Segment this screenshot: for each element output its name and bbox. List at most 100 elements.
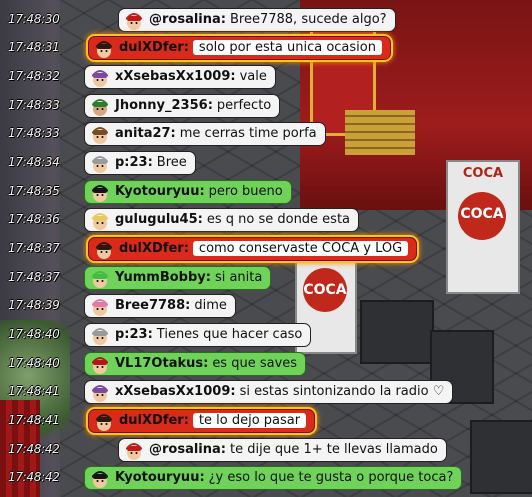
- chat-message-text: ¿y eso lo que te gusta o porque toca?: [208, 470, 454, 485]
- dark-hair-avatar-icon[interactable]: [93, 411, 115, 433]
- red-hair-avatar-icon[interactable]: [89, 354, 111, 376]
- chat-bubble[interactable]: xXsebasXx1009: si estas sintonizando la r…: [84, 380, 454, 404]
- chat-bubble[interactable]: @rosalina: Bree7788, sucede algo?: [118, 8, 396, 32]
- chat-message-text: es que saves: [212, 356, 298, 371]
- dark-hair-avatar-icon[interactable]: [93, 239, 115, 261]
- chat-username[interactable]: p:23:: [115, 327, 153, 342]
- chat-username[interactable]: anita27:: [115, 126, 176, 141]
- chat-bubble[interactable]: p:23: Tienes que hacer caso: [84, 323, 312, 347]
- chat-bubble[interactable]: dulXDfer: solo por esta unica ocasion: [88, 36, 391, 60]
- chat-row: 17:48:35 Kyotouryuu: pero bueno: [0, 180, 532, 204]
- chat-bubble[interactable]: anita27: me cerras time porfa: [84, 122, 326, 146]
- chat-username[interactable]: dulXDfer:: [119, 413, 189, 428]
- chat-timestamp: 17:48:33: [8, 98, 60, 112]
- green-cap-avatar-icon[interactable]: [89, 96, 111, 118]
- chat-message-text: dime: [194, 298, 227, 313]
- chat-timestamp: 17:48:39: [8, 298, 60, 312]
- chat-bubble[interactable]: @rosalina: te dije que 1+ te llevas llama…: [118, 438, 447, 462]
- chat-bubble[interactable]: xXsebasXx1009: vale: [84, 65, 276, 89]
- chat-row: 17:48:31 dulXDfer: solo por esta unica oca…: [0, 36, 532, 60]
- chat-username[interactable]: Kyotouryuu:: [115, 184, 205, 199]
- chat-row: 17:48:32 xXsebasXx1009: vale: [0, 65, 532, 89]
- chat-row: 17:48:37 YummBobby: si anita: [0, 266, 532, 290]
- purple-hair-avatar-icon[interactable]: [89, 382, 111, 404]
- chat-username[interactable]: YummBobby:: [115, 270, 211, 285]
- chat-username[interactable]: Bree7788:: [115, 298, 190, 313]
- chat-message-text: si estas sintonizando la radio ♡: [239, 384, 445, 399]
- chat-username[interactable]: gulugulu45:: [115, 212, 203, 227]
- chat-message-text: vale: [239, 69, 267, 84]
- chat-bubble[interactable]: dulXDfer: te lo dejo pasar: [88, 409, 316, 433]
- chat-username[interactable]: VL17Otakus:: [115, 356, 208, 371]
- purple-hair-avatar-icon[interactable]: [89, 67, 111, 89]
- chat-bubble[interactable]: p:23: Bree: [84, 151, 196, 175]
- pink-hair-avatar-icon[interactable]: [89, 296, 111, 318]
- chat-timestamp: 17:48:40: [8, 356, 60, 370]
- chat-username[interactable]: @rosalina:: [149, 442, 226, 457]
- black-hat-avatar-icon[interactable]: [89, 182, 111, 204]
- chat-timestamp: 17:48:41: [8, 384, 60, 398]
- chat-timestamp: 17:48:36: [8, 212, 60, 226]
- chat-message-text: es q no se donde esta: [206, 212, 351, 227]
- chat-timestamp: 17:48:34: [8, 155, 60, 169]
- chat-timestamp: 17:48:35: [8, 184, 60, 198]
- chat-row: 17:48:33 Jhonny_2356: perfecto: [0, 94, 532, 118]
- chat-row: 17:48:42 Kyotouryuu: ¿y eso lo que te gust…: [0, 466, 532, 490]
- chat-bubble[interactable]: Kyotouryuu: pero bueno: [84, 180, 292, 204]
- chat-message-text: como conservaste COCA y LOG: [192, 241, 409, 256]
- grey-hair-avatar-icon[interactable]: [89, 153, 111, 175]
- brown-hair-avatar-icon[interactable]: [89, 124, 111, 146]
- chat-bubble[interactable]: gulugulu45: es q no se donde esta: [84, 208, 360, 232]
- chat-row: 17:48:42 @rosalina: te dije que 1+ te llev…: [0, 438, 532, 462]
- chat-message-text: pero bueno: [208, 184, 283, 199]
- red-hat-avatar-icon[interactable]: [123, 10, 145, 32]
- chat-timestamp: 17:48:32: [8, 69, 60, 83]
- chat-timestamp: 17:48:41: [8, 413, 60, 427]
- grey-hair-avatar-icon[interactable]: [89, 325, 111, 347]
- chat-timestamp: 17:48:30: [8, 12, 60, 26]
- red-hat-avatar-icon[interactable]: [123, 440, 145, 462]
- dark-hair-avatar-icon[interactable]: [93, 38, 115, 60]
- chat-message-text: solo por esta unica ocasion: [192, 40, 382, 55]
- chat-bubble[interactable]: YummBobby: si anita: [84, 266, 272, 290]
- chat-username[interactable]: dulXDfer:: [119, 241, 189, 256]
- chat-row: 17:48:40 p:23: Tienes que hacer caso: [0, 323, 532, 347]
- chat-message-text: Bree7788, sucede algo?: [230, 12, 387, 27]
- chat-message-text: perfecto: [216, 98, 272, 113]
- chat-row: 17:48:33 anita27: me cerras time porfa: [0, 122, 532, 146]
- chat-log: 17:48:30 @rosalina: Bree7788, sucede algo?…: [0, 0, 532, 497]
- chat-message-text: Tienes que hacer caso: [156, 327, 303, 342]
- black-hat-avatar-icon[interactable]: [89, 468, 111, 490]
- chat-bubble[interactable]: Jhonny_2356: perfecto: [84, 94, 281, 118]
- chat-message-text: te lo dejo pasar: [192, 413, 307, 428]
- chat-row: 17:48:41 dulXDfer: te lo dejo pasar: [0, 409, 532, 433]
- chat-username[interactable]: @rosalina:: [149, 12, 226, 27]
- chat-timestamp: 17:48:37: [8, 241, 60, 255]
- chat-username[interactable]: xXsebasXx1009:: [115, 69, 236, 84]
- chat-username[interactable]: p:23:: [115, 155, 153, 170]
- chat-message-text: te dije que 1+ te llevas llamado: [230, 442, 438, 457]
- chat-timestamp: 17:48:37: [8, 270, 60, 284]
- chat-timestamp: 17:48:40: [8, 327, 60, 341]
- chat-message-text: si anita: [214, 270, 263, 285]
- chat-row: 17:48:39 Bree7788: dime: [0, 294, 532, 318]
- green-hair-avatar-icon[interactable]: [89, 268, 111, 290]
- chat-timestamp: 17:48:42: [8, 442, 60, 456]
- chat-row: 17:48:30 @rosalina: Bree7788, sucede algo?: [0, 8, 532, 32]
- chat-row: 17:48:40 VL17Otakus: es que saves: [0, 352, 532, 376]
- chat-bubble[interactable]: Bree7788: dime: [84, 294, 236, 318]
- chat-message-text: Bree: [156, 155, 187, 170]
- chat-timestamp: 17:48:31: [8, 40, 60, 54]
- chat-timestamp: 17:48:42: [8, 470, 60, 484]
- chat-row: 17:48:36 gulugulu45: es q no se donde esta: [0, 208, 532, 232]
- chat-bubble[interactable]: dulXDfer: como conservaste COCA y LOG: [88, 237, 418, 261]
- chat-username[interactable]: xXsebasXx1009:: [115, 384, 236, 399]
- chat-bubble[interactable]: Kyotouryuu: ¿y eso lo que te gusta o porq…: [84, 466, 463, 490]
- blonde-avatar-icon[interactable]: [89, 210, 111, 232]
- chat-username[interactable]: Kyotouryuu:: [115, 470, 205, 485]
- chat-username[interactable]: dulXDfer:: [119, 40, 189, 55]
- chat-row: 17:48:37 dulXDfer: como conservaste COCA y…: [0, 237, 532, 261]
- chat-username[interactable]: Jhonny_2356:: [115, 98, 213, 113]
- chat-timestamp: 17:48:33: [8, 126, 60, 140]
- chat-bubble[interactable]: VL17Otakus: es que saves: [84, 352, 307, 376]
